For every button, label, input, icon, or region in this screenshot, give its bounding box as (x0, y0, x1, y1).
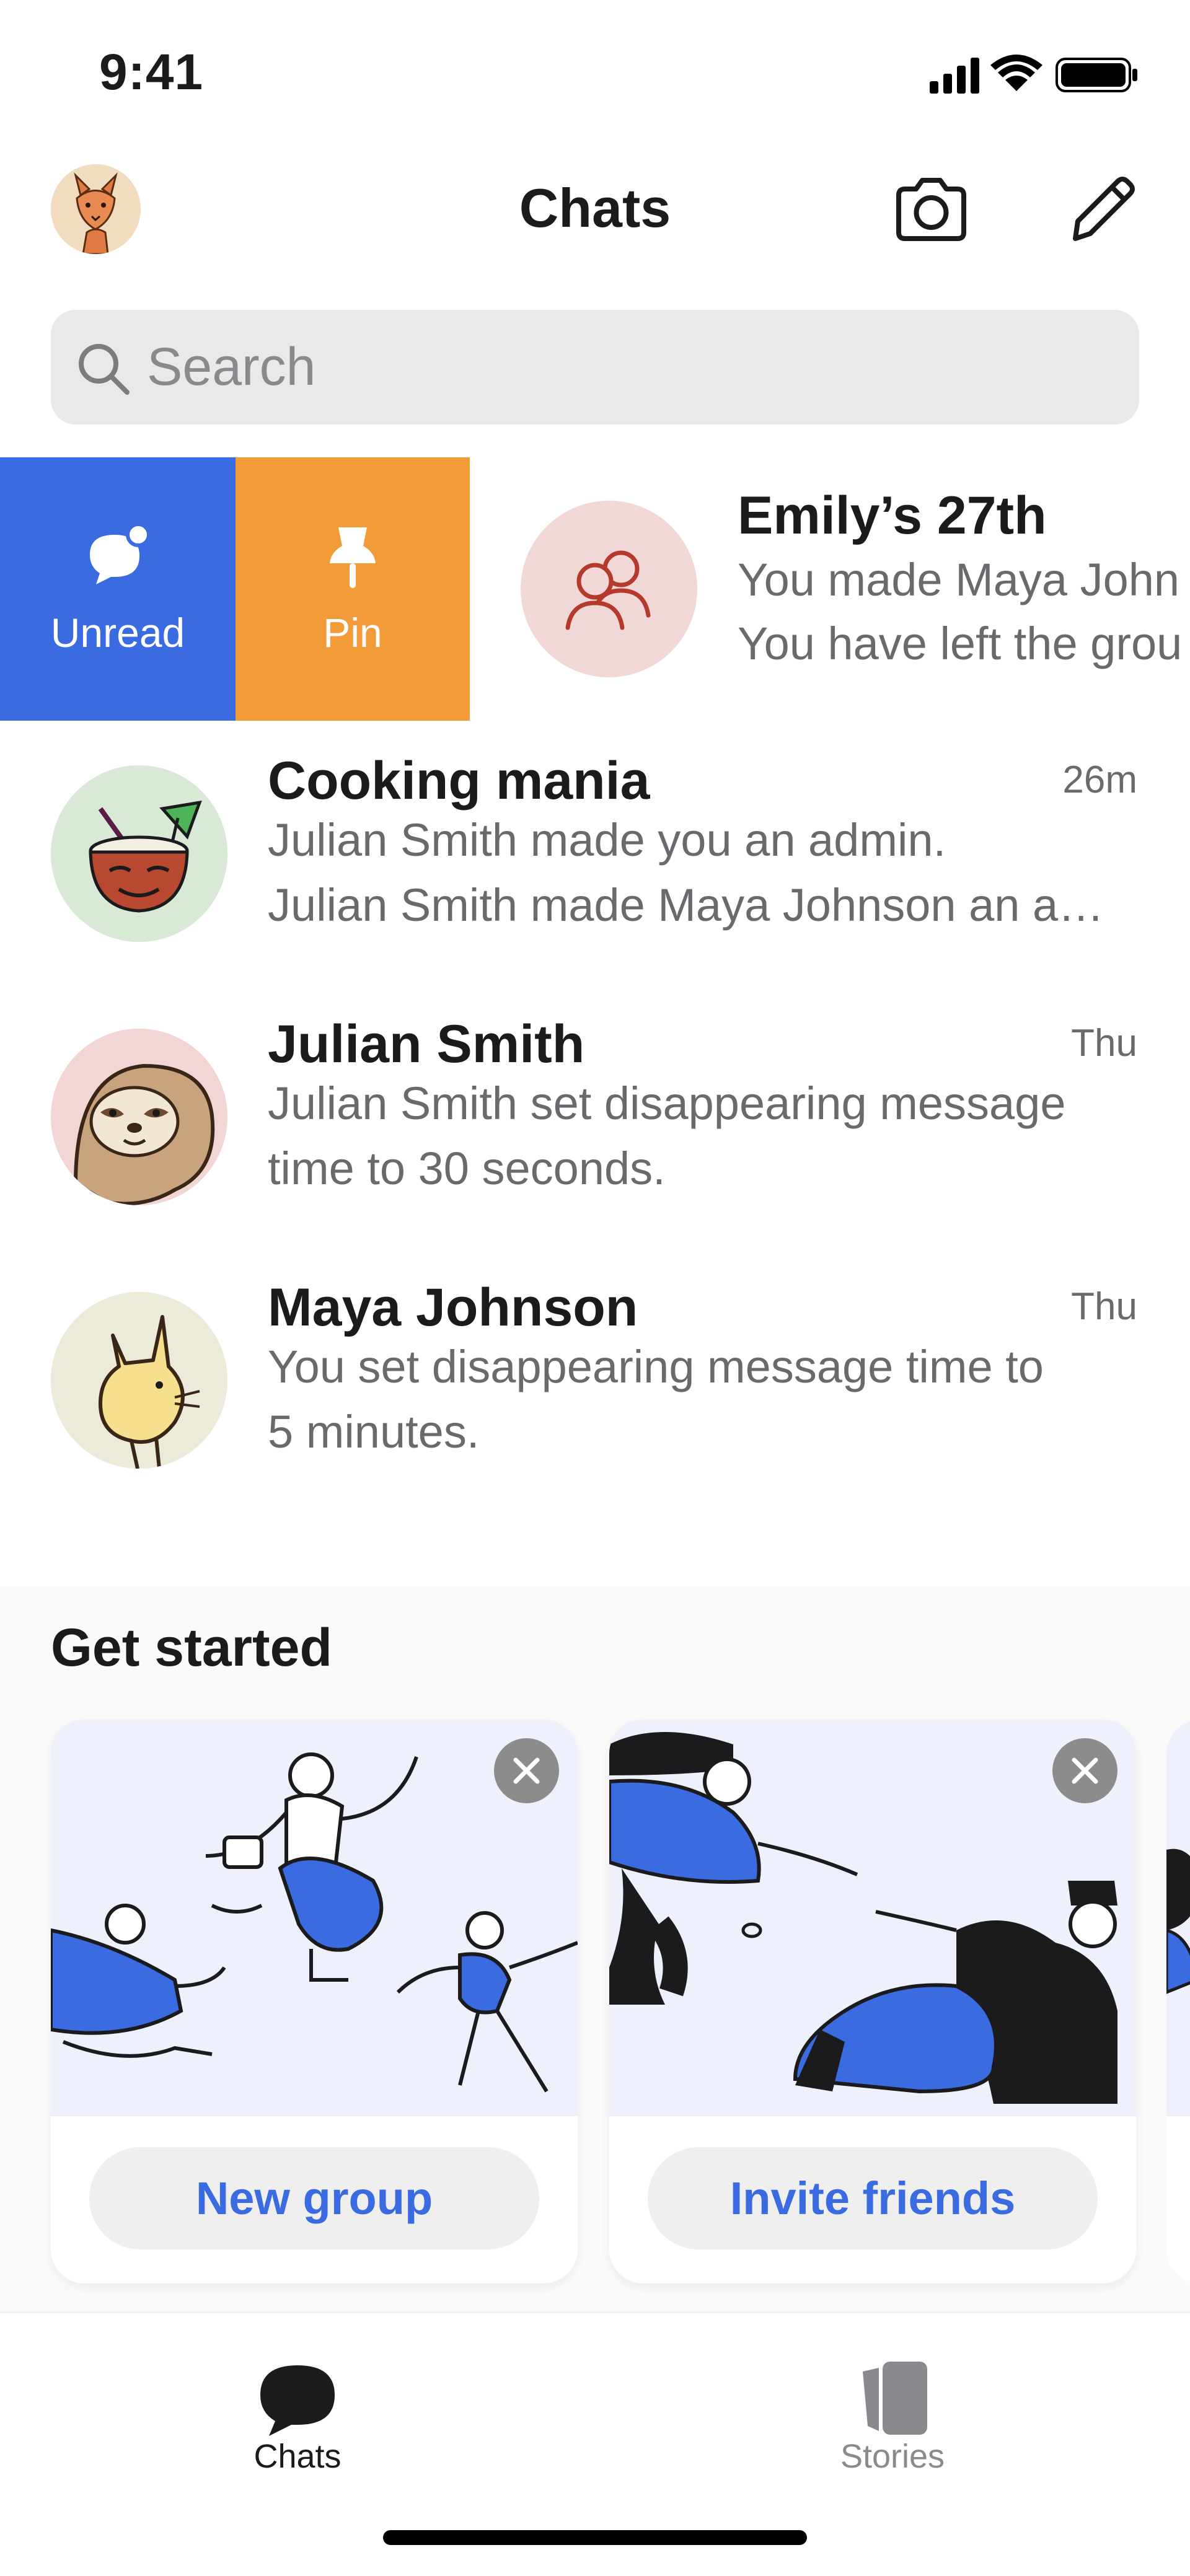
dismiss-card-button[interactable] (1052, 1738, 1117, 1803)
chat-preview-line: time to 30 seconds. (268, 1143, 666, 1194)
chat-name: Emily’s 27th (738, 486, 1047, 545)
chat-avatar (51, 765, 227, 942)
chat-preview-line: You have left the grou (738, 618, 1183, 669)
next-card-peek[interactable] (1166, 1720, 1190, 2284)
new-group-card: New group (51, 1720, 578, 2284)
tab-stories[interactable]: Stories (769, 2332, 1016, 2487)
status-bar: 9:41 (0, 0, 1190, 143)
chat-avatar (51, 1292, 227, 1469)
status-icons (930, 53, 1140, 96)
chat-avatar (51, 1029, 227, 1205)
header: Chats (0, 143, 1190, 279)
close-icon (513, 1757, 540, 1784)
unread-icon (90, 522, 151, 584)
chat-name: Maya Johnson (268, 1278, 638, 1337)
dismiss-card-button[interactable] (494, 1738, 559, 1803)
swiped-chat-row[interactable]: Unread Pin Emily’s 27th You made Maya Jo… (0, 457, 1190, 721)
group-avatar (521, 501, 697, 677)
chat-preview-line: Julian Smith set disappearing message (268, 1078, 1066, 1129)
chat-preview-line: You made Maya John (738, 554, 1180, 605)
status-time: 9:41 (99, 44, 204, 100)
coconut-drink-icon (51, 765, 227, 942)
chat-preview-line: 5 minutes. (268, 1406, 480, 1457)
chat-bubble-icon (260, 2365, 335, 2436)
camera-button[interactable] (892, 170, 970, 248)
tab-chats[interactable]: Chats (174, 2332, 421, 2487)
mark-unread-button[interactable]: Unread (0, 457, 236, 721)
chat-row-maya-johnson[interactable]: Maya Johnson Thu You set disappearing me… (0, 1247, 1190, 1511)
chat-preview-line: Julian Smith made you an admin. (268, 814, 946, 866)
chat-timestamp: 26m (1062, 758, 1137, 801)
camera-icon (896, 178, 966, 241)
signal-wifi-battery-icon (930, 55, 1137, 94)
chat-name: Julian Smith (268, 1014, 585, 1074)
compose-icon (1073, 177, 1135, 241)
search-input[interactable] (147, 335, 1077, 400)
section-title: Get started (51, 1618, 333, 1677)
invite-friends-button[interactable]: Invite friends (648, 2147, 1098, 2249)
close-icon (1072, 1757, 1098, 1784)
pin-button[interactable]: Pin (236, 457, 470, 721)
invite-friends-card: Invite friends (609, 1720, 1136, 2284)
cat-avatar-icon (51, 1292, 227, 1469)
compose-button[interactable] (1063, 170, 1140, 248)
page-title: Chats (519, 177, 671, 239)
tab-bar: Chats Stories (0, 2311, 1190, 2576)
get-started-section: Get started New group Invite friends (0, 1586, 1190, 2311)
tab-label: Stories (840, 2438, 945, 2475)
search-bar[interactable] (51, 310, 1139, 424)
new-group-illustration (51, 1720, 578, 2116)
invite-friends-illustration (609, 1720, 1136, 2116)
pin-icon (330, 527, 376, 588)
pin-label: Pin (323, 610, 382, 656)
tab-label: Chats (253, 2438, 342, 2475)
chat-row-julian-smith[interactable]: Julian Smith Thu Julian Smith set disapp… (0, 984, 1190, 1247)
stories-icon (863, 2362, 927, 2435)
home-indicator (383, 2530, 807, 2545)
unread-label: Unread (50, 610, 185, 656)
chat-timestamp: Thu (1071, 1022, 1137, 1065)
chat-timestamp: Thu (1071, 1285, 1137, 1328)
search-icon (79, 344, 130, 395)
next-card-illustration (1166, 1720, 1190, 2116)
sloth-avatar-icon (51, 1029, 227, 1205)
chat-preview-line: You set disappearing message time to (268, 1341, 1044, 1392)
chat-row-cooking-mania[interactable]: Cooking mania 26m Julian Smith made you … (0, 721, 1190, 984)
new-group-button[interactable]: New group (89, 2147, 539, 2249)
chat-name: Cooking mania (268, 751, 650, 811)
chat-preview-line: Julian Smith made Maya Johnson an a… (268, 879, 1104, 931)
group-icon (565, 550, 651, 630)
